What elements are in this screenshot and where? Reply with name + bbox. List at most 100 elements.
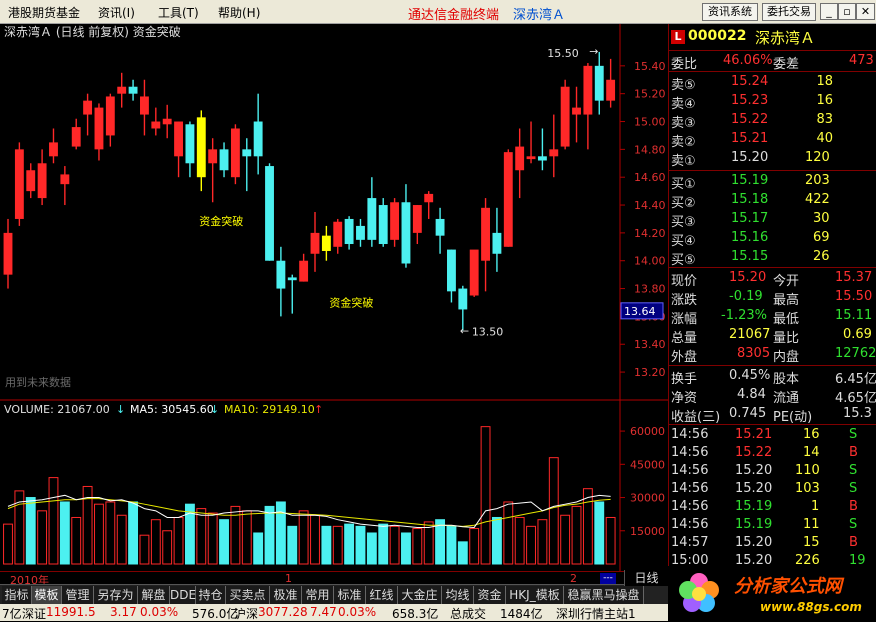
tick-side: B — [849, 499, 858, 514]
tick-side: S — [849, 517, 858, 532]
tab-15[interactable]: HKJ_模板 — [506, 586, 564, 604]
fund-label: PE(动) — [773, 410, 813, 425]
candle-body — [356, 225, 365, 240]
legend-arrow-down-icon: ↓ — [116, 403, 125, 416]
divider — [669, 170, 876, 171]
close-icon[interactable]: ✕ — [856, 3, 875, 20]
ticker-item: 深证 — [22, 607, 47, 621]
ticker-prefix: 7亿 — [2, 607, 22, 621]
tick-side: S — [849, 427, 858, 442]
bid-volume: 69 — [813, 230, 830, 245]
legend-volume: VOLUME: 21067.00 — [4, 403, 110, 416]
price-tick-label: 14.80 — [634, 143, 666, 156]
order-ratio-value: 46.06% — [723, 53, 773, 68]
candle-body — [94, 107, 104, 150]
fund-value: 0.45% — [729, 368, 771, 383]
quote-stat-row: 现价 15.20 今开 15.37 — [669, 269, 876, 289]
arrow-left-icon: ← — [460, 324, 469, 337]
scroll-more-icon[interactable]: --- — [600, 573, 616, 584]
ask-row: 卖④ 15.23 16 — [669, 92, 876, 112]
window-stock-title: 深赤湾Ａ — [513, 8, 566, 23]
ask-label: 卖③ — [671, 116, 696, 131]
tab-2[interactable]: 管理 — [62, 586, 94, 604]
tab-6[interactable]: 持仓 — [196, 586, 226, 604]
ask-label: 卖⑤ — [671, 78, 696, 93]
candle-body — [469, 249, 479, 296]
x-axis-strip: 2010年 1 2 --- — [0, 571, 668, 587]
divider — [669, 71, 876, 72]
fund-value: 15.3 — [843, 406, 872, 421]
quote-stat-row: 涨幅 -1.23% 最低 15.11 — [669, 307, 876, 327]
tab-5[interactable]: DDE — [170, 586, 196, 604]
ask-price: 15.20 — [731, 150, 769, 165]
candle-body — [26, 170, 36, 192]
volume-bar — [401, 532, 411, 565]
tab-13[interactable]: 均线 — [442, 586, 474, 604]
ticker-item: 0.03% — [140, 605, 179, 619]
menu-item-help[interactable]: 帮助(H) — [218, 4, 260, 21]
tab-4[interactable]: 解盘 — [138, 586, 170, 604]
stat-label: 量比 — [773, 331, 800, 346]
candle-body — [242, 149, 252, 157]
quote-stat-row: 总量 21067 量比 0.69 — [669, 326, 876, 346]
tick-time: 14:56 — [671, 427, 709, 442]
tab-10[interactable]: 标准 — [334, 586, 366, 604]
ticker-item: 0.03% — [338, 605, 377, 619]
ask-label: 卖④ — [671, 97, 696, 112]
stat-label: 最低 — [773, 312, 800, 327]
volume-bar — [128, 501, 139, 565]
ask-row: 卖⑤ 15.24 18 — [669, 73, 876, 93]
tab-12[interactable]: 大金庄 — [398, 586, 442, 604]
stat-value: 15.11 — [835, 308, 873, 323]
tab-1[interactable]: 模板 — [32, 586, 62, 604]
trade-order-button[interactable]: 委托交易 — [762, 3, 816, 21]
stat-label: 现价 — [671, 274, 698, 289]
volume-bar — [253, 532, 264, 565]
ask-price: 15.24 — [731, 74, 769, 89]
candle-body — [401, 202, 411, 264]
tab-7[interactable]: 买卖点 — [226, 586, 270, 604]
volume-bar — [264, 505, 275, 565]
ask-price: 15.23 — [731, 93, 769, 108]
tick-row: 14:56 15.19 11 S — [669, 516, 876, 535]
candle-body — [344, 218, 354, 245]
candle-body — [537, 156, 547, 161]
bid-volume: 422 — [805, 192, 830, 207]
tick-time: 14:56 — [671, 517, 709, 532]
tab-9[interactable]: 常用 — [302, 586, 334, 604]
minimize-icon[interactable]: _ — [820, 3, 838, 20]
menu-item-info[interactable]: 资讯(I) — [98, 4, 135, 21]
tab-11[interactable]: 红线 — [366, 586, 398, 604]
ask-volume: 16 — [816, 93, 833, 108]
volume-bar — [355, 525, 366, 565]
price-tick-label: 14.60 — [634, 171, 666, 184]
candle-body — [594, 65, 604, 101]
fund-value: 0.745 — [729, 406, 767, 421]
candle-body — [60, 174, 70, 185]
menu-item-tools[interactable]: 工具(T) — [158, 4, 199, 21]
chart-area[interactable]: 深赤湾Ａ (日线 前复权) 资金突破 15.40 15.20 15.00 14.80 1… — [0, 24, 668, 572]
ticker-item: 3077.28 — [258, 605, 308, 619]
fund-label: 流通 — [773, 391, 800, 406]
tab-0[interactable]: 指标 — [2, 586, 32, 604]
tab-14[interactable]: 资金 — [474, 586, 506, 604]
legend-ma10: MA10: 29149.10 — [224, 403, 315, 416]
tab-8[interactable]: 极准 — [270, 586, 302, 604]
bid-label: 买② — [671, 196, 696, 211]
volume-bar — [594, 501, 605, 565]
restore-icon[interactable]: ▫ — [838, 3, 856, 20]
volume-bar — [275, 501, 286, 565]
period-selector[interactable]: 日线 — [624, 570, 668, 586]
tab-3[interactable]: 另存为 — [94, 586, 138, 604]
menu-item-hk-futures[interactable]: 港股期货基金 — [8, 4, 80, 21]
bid-price: 15.19 — [731, 173, 769, 188]
tick-volume: 16 — [803, 427, 820, 442]
logo-name: 分析家公式网 — [734, 576, 842, 597]
candle-body — [560, 86, 570, 147]
news-system-button[interactable]: 资讯系统 — [702, 3, 758, 21]
volume-tick-label: 45000 — [630, 458, 665, 471]
candle-body — [310, 232, 320, 254]
bid-price: 15.16 — [731, 230, 769, 245]
tab-16[interactable]: 稳赢黑马操盘 — [564, 586, 644, 604]
candle-body — [299, 260, 309, 282]
